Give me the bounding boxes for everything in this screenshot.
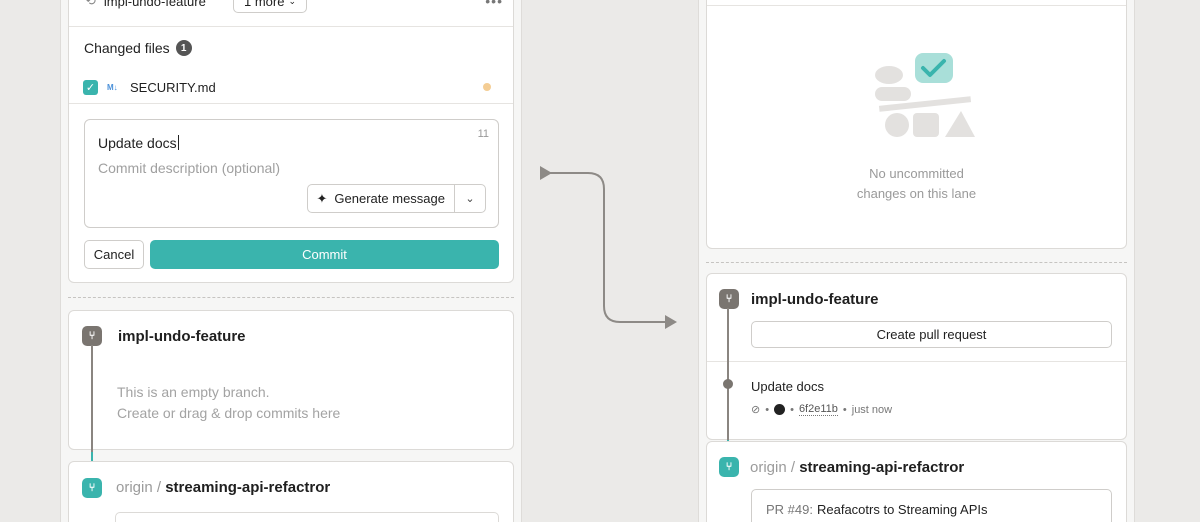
right-lane-panel: No uncommitted changes on this lane ⑂ im… <box>698 0 1135 522</box>
lane-header: ⟲ impl-undo-feature 1 more ⌄ ••• <box>69 0 513 13</box>
lane-branch-chip[interactable]: ⟲ impl-undo-feature <box>85 0 206 13</box>
more-options-icon[interactable]: ••• <box>485 0 503 9</box>
empty-state-illustration-icon <box>875 53 975 137</box>
lane-separator <box>68 297 514 298</box>
lane-branch-label: impl-undo-feature <box>103 0 206 9</box>
empty-branch-hint: This is an empty branch. Create or drag … <box>117 382 340 424</box>
modified-indicator-dot <box>483 83 491 91</box>
changed-files-label: Changed files <box>84 40 170 56</box>
branch-name[interactable]: impl-undo-feature <box>118 328 246 345</box>
chevron-down-icon: ⌄ <box>465 193 475 205</box>
changed-files-heading: Changed files 1 <box>84 40 192 56</box>
generate-message-label: Generate message <box>334 191 445 206</box>
branch-divider <box>707 361 1126 362</box>
commit-description-input[interactable]: Commit description (optional) <box>98 160 280 176</box>
commit-message-editor[interactable]: Update docs 11 Commit description (optio… <box>84 119 499 228</box>
origin-branch-label[interactable]: origin / streaming-api-refactror <box>750 459 964 476</box>
lane-separator <box>706 262 1127 263</box>
files-divider <box>69 103 513 104</box>
more-branches-dropdown[interactable]: 1 more ⌄ <box>233 0 308 13</box>
origin-branch-card: ⑂ origin / streaming-api-refactror PR #4… <box>706 441 1127 522</box>
commit-button[interactable]: Commit <box>150 240 499 269</box>
branch-name[interactable]: impl-undo-feature <box>751 291 879 308</box>
no-changes-line-2: changes on this lane <box>856 186 977 201</box>
branch-icon: ⑂ <box>82 326 102 346</box>
lane-connector <box>727 308 729 440</box>
pr-number: PR #49: <box>766 501 813 517</box>
header-divider <box>707 5 1126 6</box>
file-checkbox[interactable]: ✓ <box>83 79 98 95</box>
create-pull-request-button[interactable]: Create pull request <box>751 321 1112 348</box>
transition-arrow-icon <box>540 166 677 329</box>
no-changes-message: No uncommitted changes on this lane <box>707 164 1126 204</box>
header-divider <box>69 26 513 27</box>
avatar <box>774 404 786 415</box>
more-branches-label: 1 more <box>244 0 285 9</box>
generate-message-button[interactable]: ✦ Generate message <box>308 185 455 212</box>
origin-branch-label[interactable]: origin / streaming-api-refactror <box>116 479 330 496</box>
changed-file-row[interactable]: ✓ M↓ SECURITY.md <box>83 77 499 97</box>
commit-card: ⟲ impl-undo-feature 1 more ⌄ ••• Changed… <box>68 0 514 283</box>
left-lane-panel: ⟲ impl-undo-feature 1 more ⌄ ••• Changed… <box>60 0 522 522</box>
empty-branch-line-1: This is an empty branch. <box>117 384 270 400</box>
commit-node <box>723 379 733 389</box>
generate-options-dropdown[interactable]: ⌄ <box>455 185 485 212</box>
branch-card: ⑂ impl-undo-feature Create pull request … <box>706 273 1127 440</box>
pull-request-item[interactable]: PR #49: Reafacotrs to Streaming APIs <box>751 489 1112 522</box>
commit-title-input[interactable]: Update docs <box>98 135 179 151</box>
text-cursor <box>177 135 179 150</box>
file-name: SECURITY.md <box>130 79 216 95</box>
commit-title[interactable]: Update docs <box>751 379 824 394</box>
branch-icon: ⑂ <box>719 289 739 309</box>
remote-branch-icon: ⑂ <box>719 457 739 477</box>
commit-sha[interactable]: 6f2e11b <box>798 403 838 416</box>
status-check-icon: ⊘ <box>751 404 761 416</box>
commit-meta: ⊘ • • 6f2e11b • just now <box>751 403 893 416</box>
uncommitted-card: No uncommitted changes on this lane <box>706 0 1127 249</box>
no-changes-line-1: No uncommitted <box>869 166 964 181</box>
remote-branch-icon: ⑂ <box>82 478 102 498</box>
cancel-button[interactable]: Cancel <box>84 240 144 269</box>
generate-message-group: ✦ Generate message ⌄ <box>306 184 486 213</box>
origin-pr-box <box>115 512 499 522</box>
changed-files-count-badge: 1 <box>175 40 192 56</box>
pr-title: Reafacotrs to Streaming APIs <box>816 501 988 517</box>
branch-card: ⑂ impl-undo-feature This is an empty bra… <box>68 310 514 450</box>
char-count: 11 <box>477 128 489 140</box>
history-icon: ⟲ <box>85 0 96 8</box>
empty-branch-line-2: Create or drag & drop commits here <box>117 405 341 421</box>
chevron-down-icon: ⌄ <box>288 0 297 6</box>
origin-branch-card: ⑂ origin / streaming-api-refactror <box>68 461 514 522</box>
sparkle-icon: ✦ <box>316 190 328 206</box>
lane-connector <box>91 345 93 460</box>
markdown-icon: M↓ <box>107 82 118 92</box>
commit-time: just now <box>851 403 893 416</box>
